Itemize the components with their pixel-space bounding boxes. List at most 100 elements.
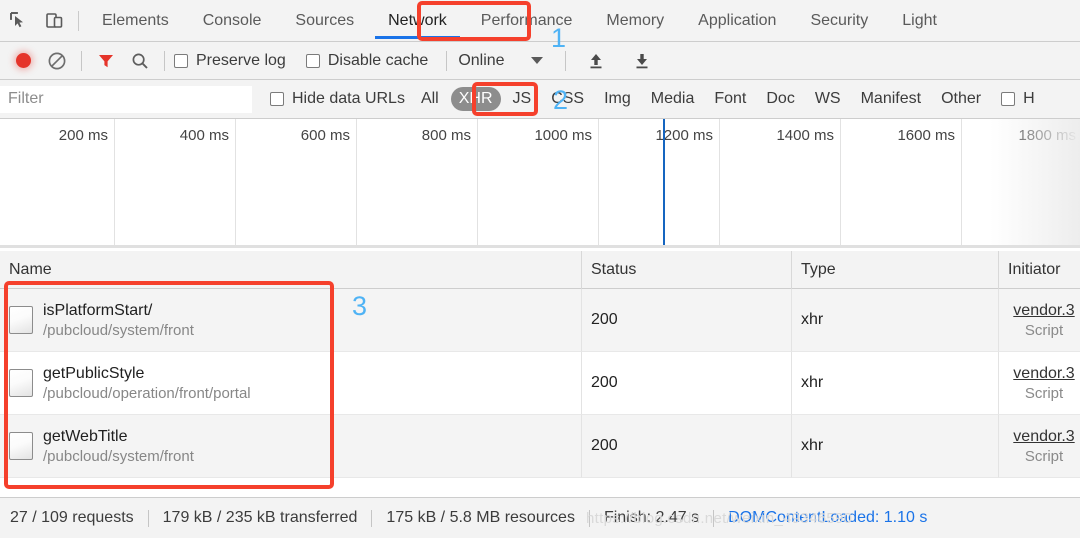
- export-har-button[interactable]: [625, 42, 659, 80]
- tabbar-divider: [78, 10, 79, 31]
- filter-input[interactable]: [0, 85, 252, 113]
- tab-label: Memory: [606, 11, 665, 29]
- tab-lighthouse[interactable]: Light: [885, 0, 954, 42]
- has-blocked-cookies-checkbox[interactable]: H: [1001, 90, 1035, 108]
- network-request-table: Name Status Type Initiator isPlatformSta…: [0, 250, 1080, 497]
- devtools-tabbar: Elements Console Sources Network Perform…: [0, 0, 1080, 42]
- throttling-select[interactable]: Online: [458, 52, 504, 70]
- table-row[interactable]: getWebTitle /pubcloud/system/front 200 x…: [0, 415, 1080, 478]
- network-control-toolbar: Preserve log Disable cache Online: [0, 42, 1080, 80]
- filter-funnel-icon: [99, 54, 113, 67]
- disable-cache-label: Disable cache: [327, 51, 429, 69]
- timeline-tick-label: 1400 ms: [776, 127, 834, 144]
- hide-data-urls-label: Hide data URLs: [292, 90, 405, 107]
- table-row[interactable]: isPlatformStart/ /pubcloud/system/front …: [0, 289, 1080, 352]
- filter-type-other[interactable]: Other: [933, 87, 989, 111]
- filter-type-js[interactable]: JS: [505, 87, 540, 111]
- request-path: /pubcloud/system/front: [43, 321, 194, 339]
- timeline-gridline: [961, 119, 962, 245]
- timeline-tick-label: 600 ms: [300, 127, 350, 144]
- cell-name[interactable]: getWebTitle /pubcloud/system/front: [0, 415, 582, 478]
- cell-initiator: vendor.3 Script: [999, 415, 1080, 478]
- timeline-gridline: [477, 119, 478, 245]
- tab-performance[interactable]: Performance: [464, 0, 590, 42]
- initiator-subtype: Script: [1024, 321, 1064, 339]
- inspect-cursor-icon[interactable]: [0, 0, 36, 42]
- request-name: getPublicStyle: [43, 364, 145, 382]
- filter-type-font[interactable]: Font: [706, 87, 754, 111]
- clear-prohibited-icon: [48, 52, 66, 69]
- tab-label: Application: [698, 11, 777, 29]
- preserve-log-checkbox[interactable]: Preserve log: [174, 52, 286, 70]
- status-divider: [147, 509, 149, 527]
- import-har-button[interactable]: [579, 42, 613, 80]
- cell-status: 200: [582, 352, 792, 415]
- checkbox-box: [270, 92, 284, 106]
- tab-list: Elements Console Sources Network Perform…: [85, 0, 954, 42]
- record-circle-icon: [15, 53, 31, 68]
- has-blocked-cookies-label: H: [1023, 90, 1035, 107]
- tab-label: Security: [810, 11, 869, 29]
- disable-cache-checkbox[interactable]: Disable cache: [305, 51, 429, 70]
- initiator-link[interactable]: vendor.3: [1013, 365, 1074, 383]
- filter-type-doc[interactable]: Doc: [758, 87, 802, 111]
- cell-initiator: vendor.3 Script: [999, 352, 1080, 415]
- cell-type: xhr: [792, 415, 999, 478]
- checkbox-box: [174, 53, 188, 68]
- search-magnifier-icon: [132, 53, 148, 69]
- request-path: /pubcloud/system/front: [43, 447, 194, 465]
- cell-name[interactable]: getPublicStyle /pubcloud/operation/front…: [0, 352, 582, 415]
- initiator-link[interactable]: vendor.3: [1013, 302, 1074, 320]
- initiator-subtype: Script: [1024, 384, 1064, 402]
- clear-button[interactable]: [40, 42, 74, 80]
- filter-button[interactable]: [89, 42, 123, 80]
- chevron-down-icon[interactable]: [530, 57, 543, 64]
- filter-type-img[interactable]: Img: [596, 87, 639, 111]
- tab-application[interactable]: Application: [681, 0, 793, 42]
- tab-label: Elements: [102, 11, 169, 29]
- column-header-status[interactable]: Status: [582, 250, 792, 289]
- preserve-log-label: Preserve log: [196, 51, 286, 69]
- initiator-link[interactable]: vendor.3: [1013, 428, 1074, 446]
- timeline-gridline: [235, 119, 236, 245]
- column-header-name[interactable]: Name: [0, 250, 582, 289]
- device-toggle-icon[interactable]: [36, 0, 72, 42]
- tab-security[interactable]: Security: [793, 0, 885, 42]
- record-button[interactable]: [6, 42, 40, 80]
- hide-data-urls-checkbox[interactable]: Hide data URLs: [270, 90, 405, 108]
- search-button[interactable]: [123, 42, 157, 80]
- status-divider: [713, 509, 715, 527]
- network-overview-timeline[interactable]: 200 ms 400 ms 600 ms 800 ms 1000 ms 1200…: [0, 119, 1080, 248]
- timeline-tick-label: 400 ms: [179, 127, 229, 144]
- initiator-subtype: Script: [1024, 447, 1064, 465]
- filter-type-xhr[interactable]: XHR: [450, 87, 501, 111]
- timeline-gridline: [356, 119, 357, 245]
- timeline-tick-label: 800 ms: [421, 127, 471, 144]
- cell-type: xhr: [792, 289, 999, 352]
- tab-label: Network: [388, 11, 447, 29]
- toolbar-divider-4: [564, 50, 566, 71]
- tab-console[interactable]: Console: [186, 0, 279, 42]
- column-header-type[interactable]: Type: [792, 250, 999, 289]
- import-arrow-up-icon: [590, 53, 602, 68]
- column-header-initiator[interactable]: Initiator: [999, 251, 1080, 289]
- network-filter-bar: Hide data URLs All XHR JS CSS Img Media …: [0, 80, 1080, 119]
- status-divider: [588, 509, 590, 527]
- timeline-tick-label: 1600 ms: [897, 127, 955, 144]
- table-row[interactable]: getPublicStyle /pubcloud/operation/front…: [0, 352, 1080, 415]
- tab-label: Sources: [295, 11, 355, 29]
- filter-type-media[interactable]: Media: [643, 87, 703, 111]
- tab-sources[interactable]: Sources: [278, 0, 371, 42]
- document-icon: [9, 432, 33, 460]
- filter-type-css[interactable]: CSS: [543, 87, 592, 111]
- timeline-tick-label: 1000 ms: [534, 127, 592, 144]
- filter-type-manifest[interactable]: Manifest: [853, 87, 929, 111]
- cell-name[interactable]: isPlatformStart/ /pubcloud/system/front: [0, 289, 582, 352]
- tab-elements[interactable]: Elements: [85, 0, 186, 42]
- filter-type-ws[interactable]: WS: [807, 87, 849, 111]
- tab-memory[interactable]: Memory: [589, 0, 681, 42]
- tab-network[interactable]: Network: [371, 0, 464, 42]
- filter-type-all[interactable]: All: [413, 87, 447, 111]
- request-name: getWebTitle: [43, 427, 128, 445]
- devtools-network-panel: Elements Console Sources Network Perform…: [0, 0, 1080, 538]
